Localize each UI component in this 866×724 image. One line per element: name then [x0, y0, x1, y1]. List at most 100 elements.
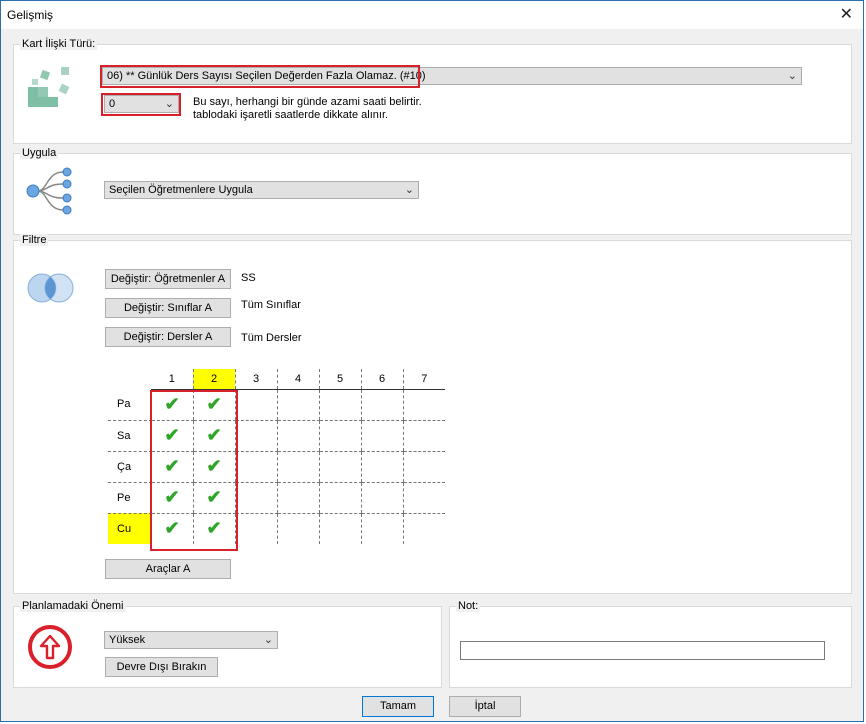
grid-cell[interactable]: [276, 482, 319, 514]
grid-cell[interactable]: [276, 420, 319, 452]
day-label-pe[interactable]: Pe: [108, 482, 151, 514]
apply-select[interactable]: Seçilen Öğretmenlere Uygula ⌄: [104, 181, 419, 199]
grid-corner: [108, 369, 151, 389]
grid-cell[interactable]: [318, 451, 361, 483]
change-classes-button[interactable]: Değiştir: Sınıflar A: [105, 298, 231, 318]
check-icon: ✔: [164, 425, 180, 445]
relation-type-value: 06) ** Günlük Ders Sayısı Seçilen Değerd…: [107, 70, 426, 82]
grid-cell[interactable]: [234, 451, 277, 483]
subjects-filter-value: Tüm Dersler: [241, 332, 302, 344]
grid-cell[interactable]: ✔: [150, 513, 193, 544]
period-header-4[interactable]: 4: [276, 369, 319, 390]
change-subjects-button[interactable]: Değiştir: Dersler A: [105, 327, 231, 347]
teachers-filter-value: SS: [241, 272, 256, 284]
day-label-sa[interactable]: Sa: [108, 420, 151, 452]
check-icon: ✔: [164, 518, 180, 539]
grid-cell[interactable]: ✔: [192, 513, 235, 544]
grid-cell[interactable]: ✔: [150, 482, 193, 514]
period-header-1[interactable]: 1: [151, 369, 193, 390]
chevron-down-icon: ⌄: [164, 98, 174, 110]
period-header-7[interactable]: 7: [402, 369, 445, 390]
cancel-button[interactable]: İptal: [449, 696, 521, 717]
period-header-3[interactable]: 3: [234, 369, 277, 390]
apply-value: Seçilen Öğretmenlere Uygula: [109, 184, 253, 196]
day-label-cu[interactable]: Cu: [108, 513, 151, 544]
filter-legend: Filtre: [20, 234, 49, 246]
grid-cell[interactable]: ✔: [192, 420, 235, 452]
grid-cell[interactable]: ✔: [192, 451, 235, 483]
period-header-5[interactable]: 5: [318, 369, 361, 390]
day-label-pa[interactable]: Pa: [108, 389, 151, 421]
chevron-down-icon: ⌄: [263, 634, 273, 646]
relation-group: Kart İlişki Türü:: [13, 38, 852, 144]
check-icon: ✔: [206, 518, 222, 539]
grid-cell[interactable]: [402, 451, 445, 483]
check-icon: ✔: [206, 487, 222, 507]
day-row-cu: Cu ✔ ✔: [108, 513, 445, 544]
arrow-up-circle-icon: [28, 625, 72, 669]
window-title: Gelişmiş: [7, 8, 54, 22]
grid-cell[interactable]: [318, 482, 361, 514]
period-header-2[interactable]: 2: [192, 369, 235, 390]
grid-cell[interactable]: ✔: [150, 389, 193, 421]
importance-value: Yüksek: [109, 634, 146, 646]
check-icon: ✔: [164, 487, 180, 507]
period-header-6[interactable]: 6: [360, 369, 403, 390]
grid-cell[interactable]: [276, 513, 319, 544]
grid-cell[interactable]: [402, 513, 445, 544]
grid-cell[interactable]: [402, 389, 445, 421]
grid-cell[interactable]: [402, 482, 445, 514]
check-icon: ✔: [206, 425, 222, 445]
grid-cell[interactable]: [234, 513, 277, 544]
chevron-down-icon: ⌄: [787, 70, 797, 82]
close-icon[interactable]: ✕: [840, 4, 853, 24]
grid-cell[interactable]: [318, 513, 361, 544]
grid-cell[interactable]: [360, 513, 403, 544]
tools-button[interactable]: Araçlar A: [105, 559, 231, 579]
chevron-down-icon: ⌄: [404, 184, 414, 196]
grid-cell[interactable]: [318, 389, 361, 421]
importance-select[interactable]: Yüksek ⌄: [104, 631, 278, 649]
count-value: 0: [109, 98, 116, 110]
grid-cell[interactable]: ✔: [192, 389, 235, 421]
check-icon: ✔: [206, 394, 222, 414]
ok-button[interactable]: Tamam: [362, 696, 434, 717]
grid-cell[interactable]: ✔: [150, 451, 193, 483]
check-icon: ✔: [164, 456, 180, 476]
help-line-1: Bu sayı, herhangi bir günde azami saati …: [193, 96, 422, 108]
day-label-ca[interactable]: Ça: [108, 451, 151, 483]
grid-cell[interactable]: ✔: [192, 482, 235, 514]
grid-cell[interactable]: [276, 451, 319, 483]
check-icon: ✔: [206, 456, 222, 476]
grid-cell[interactable]: [402, 420, 445, 452]
relation-type-select[interactable]: 06) ** Günlük Ders Sayısı Seçilen Değerd…: [102, 67, 802, 85]
tree-icon: [26, 167, 72, 215]
day-row-pa: Pa ✔ ✔: [108, 389, 445, 421]
grid-cell[interactable]: [234, 482, 277, 514]
grid-cell[interactable]: [360, 389, 403, 421]
grid-cell[interactable]: [276, 389, 319, 421]
classes-filter-value: Tüm Sınıflar: [241, 299, 301, 311]
grid-cell[interactable]: [360, 451, 403, 483]
count-select[interactable]: 0 ⌄: [104, 95, 179, 113]
note-legend: Not:: [456, 600, 481, 612]
period-grid: 1 2 3 4 5 6 7 Pa ✔ ✔ Sa ✔ ✔ Ça ✔ ✔ Pe ✔ …: [108, 369, 445, 544]
grid-cell[interactable]: [234, 420, 277, 452]
disable-button[interactable]: Devre Dışı Bırakın: [105, 657, 218, 677]
change-teachers-button[interactable]: Değiştir: Öğretmenler A: [105, 269, 231, 289]
day-row-pe: Pe ✔ ✔: [108, 482, 445, 514]
grid-cell[interactable]: [234, 389, 277, 421]
apply-legend: Uygula: [20, 147, 59, 159]
cards-icon: [28, 67, 70, 107]
title-bar: Gelişmiş ✕: [1, 1, 863, 29]
grid-cell[interactable]: [318, 420, 361, 452]
help-line-2: tablodaki işaretli saatlerde dikkate alı…: [193, 109, 389, 121]
day-row-ca: Ça ✔ ✔: [108, 451, 445, 483]
dialog-window: Gelişmiş ✕ Kart İlişki Türü: 06) ** Günl…: [0, 0, 864, 722]
relation-legend: Kart İlişki Türü:: [20, 38, 98, 50]
check-icon: ✔: [164, 394, 180, 414]
grid-cell[interactable]: [360, 482, 403, 514]
grid-cell[interactable]: ✔: [150, 420, 193, 452]
note-input[interactable]: [460, 641, 825, 660]
grid-cell[interactable]: [360, 420, 403, 452]
